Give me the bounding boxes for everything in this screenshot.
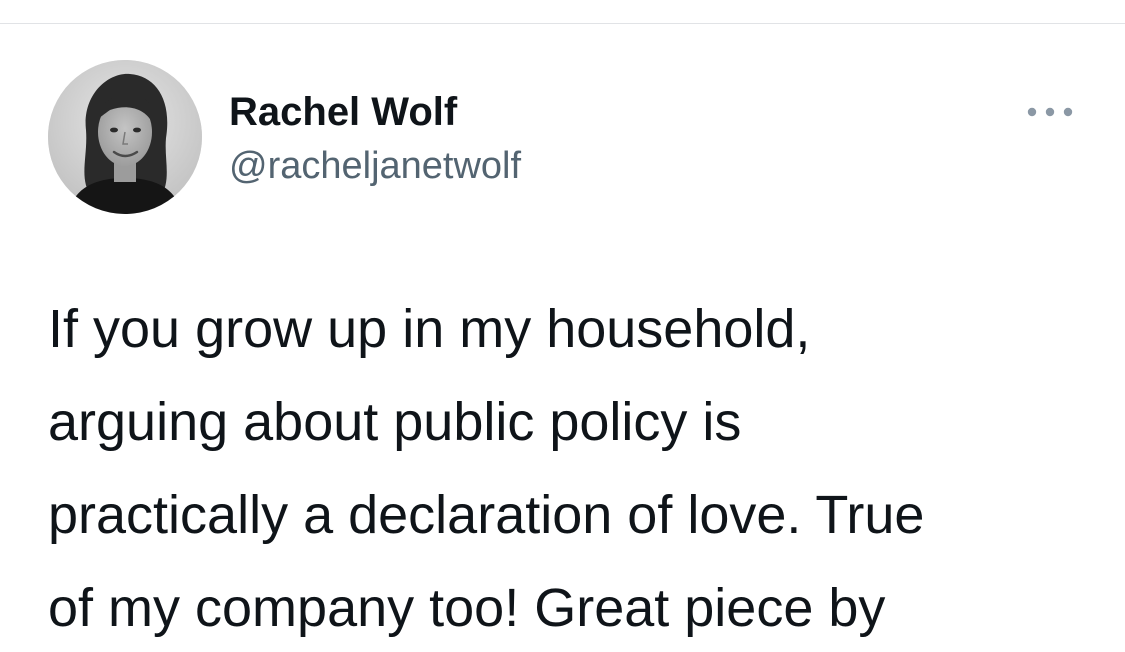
more-horizontal-icon bbox=[1027, 107, 1073, 117]
tweet-text-line: of my company too! Great piece by bbox=[48, 578, 886, 638]
tweet-text-line: practically a declaration of love. True bbox=[48, 485, 925, 545]
author-display-name[interactable]: Rachel Wolf bbox=[229, 88, 457, 136]
tweet-text-line: If you grow up in my household, bbox=[48, 299, 811, 359]
author-handle[interactable]: @racheljanetwolf bbox=[229, 143, 521, 189]
top-divider bbox=[0, 23, 1125, 24]
profile-photo-icon bbox=[48, 60, 202, 214]
tweet-text: If you grow up in my household, arguing … bbox=[48, 283, 1108, 652]
tweet-text-line: arguing about public policy is bbox=[48, 392, 742, 452]
more-options-button[interactable] bbox=[1024, 96, 1076, 128]
avatar[interactable] bbox=[48, 60, 202, 214]
